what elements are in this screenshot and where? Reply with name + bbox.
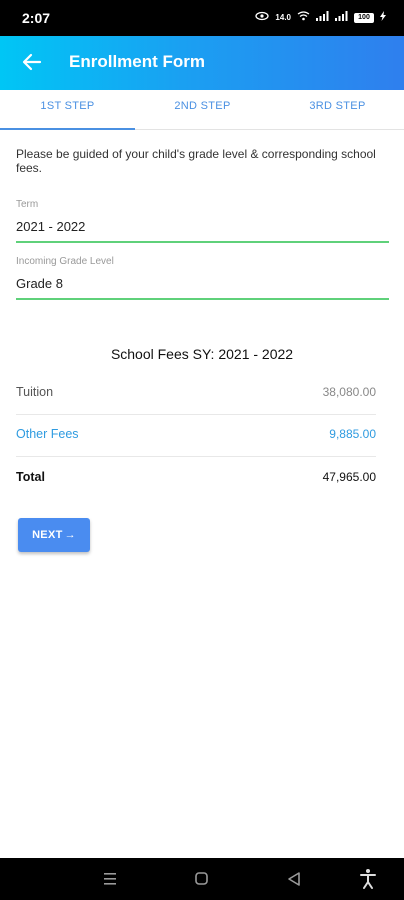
next-button-label: NEXT [32,529,63,541]
tab-step-3[interactable]: 3RD STEP [270,90,404,130]
charging-icon [380,11,386,24]
fee-amount[interactable]: 9,885.00 [329,427,376,441]
status-bar: 2:07 14.0 100 [0,0,404,36]
status-time: 2:07 [22,10,51,26]
fee-row-tuition: Tuition 38,080.00 [16,372,376,415]
eye-icon [255,11,270,24]
back-triangle-icon[interactable] [274,858,314,900]
fee-label: Tuition [16,385,54,399]
term-label: Term [16,199,39,210]
arrow-right-icon: → [64,529,76,541]
signal-icon-2 [335,11,348,24]
grade-level-field[interactable]: Incoming Grade Level Grade 8 [16,256,389,300]
menu-icon[interactable] [90,858,130,900]
home-icon[interactable] [182,858,222,900]
fee-row-total: Total 47,965.00 [16,457,376,500]
other-fees-link[interactable]: Other Fees [16,427,79,441]
term-field[interactable]: Term 2021 - 2022 [16,199,389,243]
app-bar: Enrollment Form [0,36,404,90]
tab-step-2[interactable]: 2ND STEP [135,90,270,130]
status-icons: 14.0 100 [255,11,386,24]
grade-level-label: Incoming Grade Level [16,256,114,267]
wifi-icon [297,11,310,24]
battery-icon: 100 [354,12,374,23]
system-nav-bar [0,858,404,900]
accessibility-icon[interactable] [348,858,388,900]
fee-amount: 47,965.00 [322,470,376,484]
intro-text: Please be guided of your child's grade l… [16,147,376,175]
fee-label: Total [16,470,45,484]
page-title: Enrollment Form [69,52,206,71]
arrow-left-icon[interactable] [20,50,44,74]
tab-indicator [0,128,135,130]
signal-icon [316,11,329,24]
step-tabs: 1ST STEP 2ND STEP 3RD STEP [0,90,404,130]
network-speed: 14.0 [275,12,291,22]
term-underline [16,241,389,243]
grade-level-value[interactable]: Grade 8 [16,276,389,291]
term-value[interactable]: 2021 - 2022 [16,219,389,234]
fee-row-other-fees[interactable]: Other Fees 9,885.00 [16,414,376,457]
grade-level-underline [16,298,389,300]
tab-step-1[interactable]: 1ST STEP [0,90,135,130]
fees-title: School Fees SY: 2021 - 2022 [110,346,294,362]
next-button[interactable]: NEXT → [18,518,90,552]
fee-amount: 38,080.00 [322,385,376,399]
